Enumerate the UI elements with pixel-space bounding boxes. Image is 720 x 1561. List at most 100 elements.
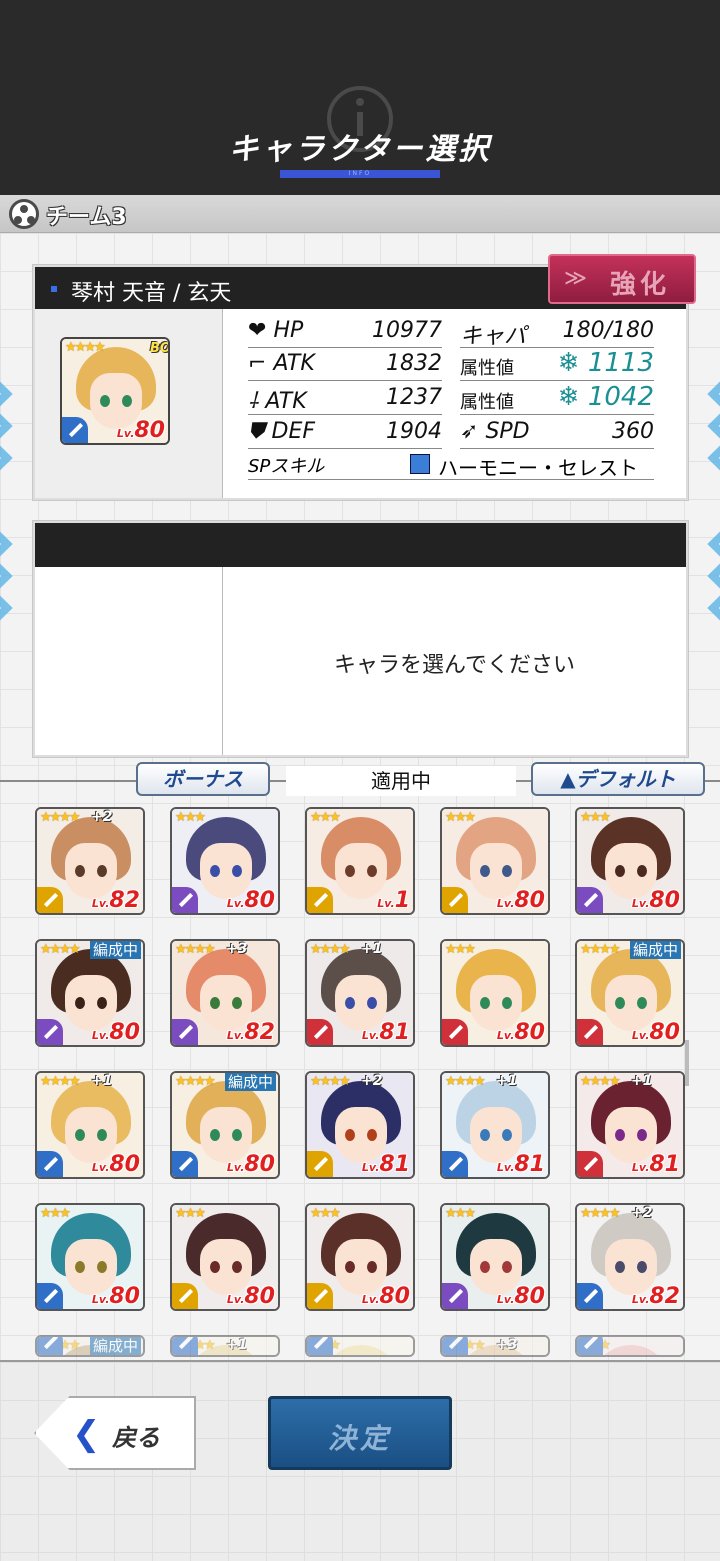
weapon-icon xyxy=(307,1337,333,1355)
empty-slot-panel[interactable]: キャラを選んでください xyxy=(33,521,688,757)
in-team-badge: 編成中 xyxy=(629,941,681,959)
limit-break-label: +2 xyxy=(361,1073,383,1089)
character-card[interactable]: ★★★★ +1 Lv.81 xyxy=(305,939,415,1047)
character-card[interactable]: ★★★ xyxy=(305,1335,415,1357)
character-card[interactable]: ★★★ Lv.1 xyxy=(305,807,415,915)
page-title: キャラクター選択 xyxy=(228,132,492,167)
level-label: Lv.80 xyxy=(631,1020,680,1045)
empty-portrait-cell xyxy=(35,567,223,755)
character-card[interactable]: ★★★ Lv.80 xyxy=(440,807,550,915)
title-underline: INFO xyxy=(280,170,440,178)
character-card[interactable]: ★★★★ +3 Lv.82 xyxy=(170,939,280,1047)
confirm-button[interactable]: 決定 xyxy=(268,1396,452,1470)
enhance-button[interactable]: ≫ 強化 xyxy=(548,254,696,304)
weapon-icon xyxy=(172,887,198,913)
stat-spd: ➶ SPD 360 xyxy=(460,417,654,449)
level-label: Lv.80 xyxy=(91,1284,140,1309)
level-label: Lv.80 xyxy=(226,1152,275,1177)
in-team-badge: 編成中 xyxy=(224,1073,276,1091)
character-card[interactable]: ★★★ xyxy=(575,1335,685,1357)
weapon-icon xyxy=(37,887,63,913)
selected-character-portrait[interactable]: ★★★★ BONUS Lv.80 xyxy=(60,337,170,445)
rarity-stars: ★★★ xyxy=(40,1206,71,1221)
rarity-stars: ★★★★ xyxy=(580,1206,621,1221)
character-card[interactable]: ★★★★ +2 Lv.82 xyxy=(35,807,145,915)
empty-name-bar xyxy=(35,523,686,567)
level-label: Lv.82 xyxy=(226,1020,275,1045)
title-subtitle: INFO xyxy=(348,170,372,177)
heart-icon: ❤ HP xyxy=(248,318,304,343)
in-team-badge: 編成中 xyxy=(89,1337,141,1355)
sp-skill-label: SPスキル xyxy=(248,456,325,477)
character-card[interactable]: ★★★★ +1 Lv.81 xyxy=(440,1071,550,1179)
character-card[interactable]: ★★★★ 編成中 Lv.80 xyxy=(170,1071,280,1179)
level-label: Lv.80 xyxy=(361,1284,410,1309)
weapon-icon xyxy=(172,1019,198,1045)
capacity-value: 180/180 xyxy=(562,318,654,343)
limit-break-label: +1 xyxy=(631,1073,653,1089)
rarity-stars: ★★★★ xyxy=(40,810,81,825)
character-card[interactable]: ★★★ Lv.80 xyxy=(170,807,280,915)
bonus-filter-button[interactable]: ボーナス xyxy=(136,762,270,796)
limit-break-label: +1 xyxy=(91,1073,113,1089)
character-card[interactable]: ★★★ Lv.80 xyxy=(575,807,685,915)
weapon-icon xyxy=(37,1337,63,1355)
limit-break-label: +1 xyxy=(496,1073,518,1089)
rarity-stars: ★★★★ xyxy=(310,942,351,957)
sp-skill-row: SPスキル ハーモニー・セレスト xyxy=(248,452,654,480)
stat-def: ⛊ DEF 1904 xyxy=(248,417,442,449)
character-card[interactable]: ★★★ Lv.80 xyxy=(305,1203,415,1311)
character-card[interactable]: ★★★★+1 xyxy=(170,1335,280,1357)
character-card[interactable]: ★★★★ 編成中 Lv.80 xyxy=(575,939,685,1047)
sp-skill-name: ハーモニー・セレスト xyxy=(438,456,638,480)
character-card[interactable]: ★★★★ +1 Lv.80 xyxy=(35,1071,145,1179)
hp-value: 10977 xyxy=(372,318,442,343)
rarity-stars: ★★★ xyxy=(310,1206,341,1221)
character-card[interactable]: ★★★ Lv.80 xyxy=(35,1203,145,1311)
weapon-icon xyxy=(442,1019,468,1045)
stat-attribute-1: 属性値 ❄ 1113 xyxy=(460,348,654,381)
character-card[interactable]: ★★★★ 編成中 Lv.80 xyxy=(35,939,145,1047)
level-label: Lv.80 xyxy=(496,888,545,913)
character-card[interactable]: ★★★★ +2 Lv.82 xyxy=(575,1203,685,1311)
default-sort-button[interactable]: ▲デフォルト xyxy=(531,762,705,796)
character-card[interactable]: ★★★ Lv.80 xyxy=(170,1203,280,1311)
chevron-left-icon: ❮ xyxy=(72,1414,101,1454)
weapon-icon xyxy=(172,1151,198,1177)
limit-break-label: +2 xyxy=(631,1205,653,1221)
rarity-stars: ★★★ xyxy=(580,810,611,825)
character-name: 琴村 天音 / 玄天 xyxy=(71,281,232,306)
weapon-icon xyxy=(442,887,468,913)
character-card[interactable]: ★★★★編成中 xyxy=(35,1335,145,1357)
rarity-stars: ★★★★ xyxy=(65,340,106,355)
shield-icon: ⛊ DEF xyxy=(248,419,315,444)
right-chevrons-decoration xyxy=(692,373,720,479)
character-card[interactable]: ★★★ Lv.80 xyxy=(440,939,550,1047)
def-value: 1904 xyxy=(386,419,442,444)
level-label: Lv.82 xyxy=(91,888,140,913)
rarity-stars: ★★★ xyxy=(445,942,476,957)
weapon-icon xyxy=(37,1019,63,1045)
attribute-label-1: 属性値 xyxy=(460,358,514,379)
weapon-icon xyxy=(442,1151,468,1177)
level-label: Lv.80 xyxy=(226,888,275,913)
level-label: Lv.1 xyxy=(377,888,410,913)
rarity-stars: ★★★ xyxy=(175,810,206,825)
team-icon xyxy=(9,199,39,229)
character-card[interactable]: ★★★★ +1 Lv.81 xyxy=(575,1071,685,1179)
scrollbar[interactable] xyxy=(685,1040,689,1086)
character-card[interactable]: ★★★★ +2 Lv.81 xyxy=(305,1071,415,1179)
rarity-stars: ★★★ xyxy=(175,1206,206,1221)
team-label: チーム3 xyxy=(46,205,127,230)
character-card[interactable]: ★★★ Lv.80 xyxy=(440,1203,550,1311)
level-label: Lv.80 xyxy=(226,1284,275,1309)
level-label: Lv.81 xyxy=(361,1152,410,1177)
weapon-icon xyxy=(577,1151,603,1177)
attribute-value-2: ❄ 1042 xyxy=(557,382,654,412)
weapon-icon xyxy=(37,1151,63,1177)
level-label: Lv.80 xyxy=(496,1020,545,1045)
weapon-icon xyxy=(307,1019,333,1045)
character-card[interactable]: ★★★★+3 xyxy=(440,1335,550,1357)
weapon-icon xyxy=(577,887,603,913)
enhance-label: 強化 xyxy=(610,270,671,300)
